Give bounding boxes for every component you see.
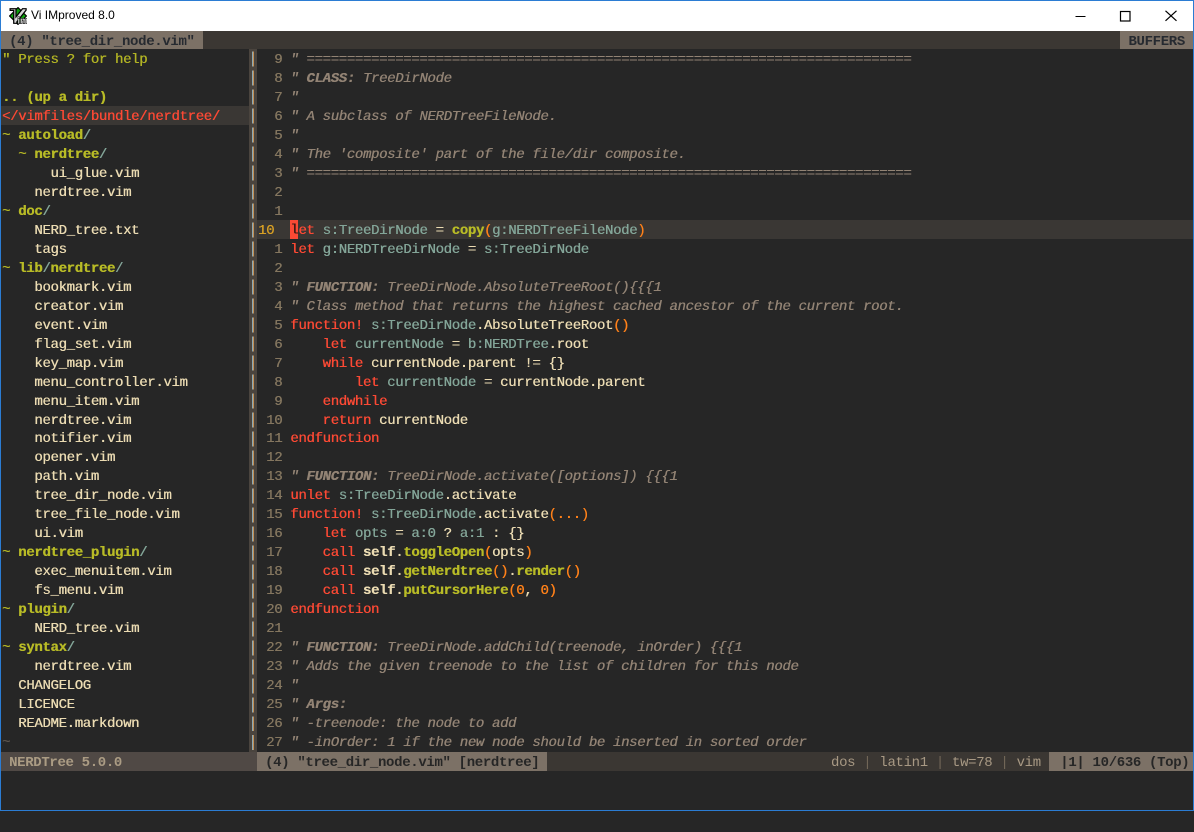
svg-text:im: im (18, 16, 27, 25)
